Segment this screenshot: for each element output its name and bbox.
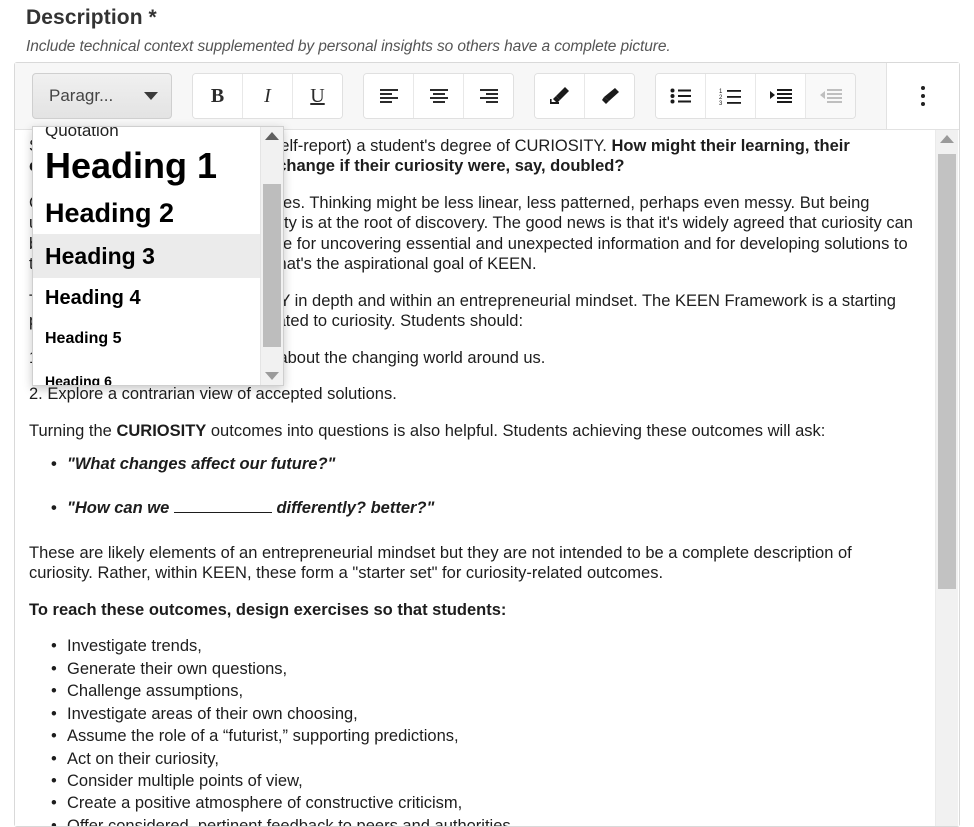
question-2-pre: "How can we (67, 499, 174, 518)
decrease-indent-button[interactable] (806, 74, 855, 118)
paragraph-5: These are likely elements of an entrepre… (29, 543, 852, 583)
alignment-group (363, 73, 514, 119)
italic-button[interactable]: I (243, 74, 293, 118)
text-format-group: B I U (192, 73, 343, 119)
design-exercises-heading: To reach these outcomes, design exercise… (29, 600, 507, 619)
underline-button[interactable]: U (293, 74, 342, 118)
style-option-label: Heading 1 (45, 145, 218, 186)
underline-icon: U (310, 85, 325, 107)
style-option-quotation[interactable]: Quotation (33, 126, 261, 140)
style-option-label: Heading 5 (45, 330, 122, 347)
list-item: Assume the role of a “futurist,” support… (51, 726, 917, 747)
paragraph-4-pre: Turning the (29, 421, 117, 440)
decrease-indent-icon (819, 89, 842, 103)
paint-marker-icon (601, 88, 619, 104)
align-center-icon (429, 89, 448, 103)
list-item: "How can we differently? better?" (51, 498, 917, 519)
background-color-button[interactable] (585, 74, 634, 118)
dropdown-scrollbar-thumb[interactable] (263, 184, 281, 347)
paragraph-4: Turning the CURIOSITY outcomes into ques… (29, 421, 917, 441)
style-option-heading-1[interactable]: Heading 1 (33, 140, 261, 192)
style-option-label: Heading 3 (45, 242, 155, 269)
align-right-button[interactable] (464, 74, 513, 118)
style-option-heading-4[interactable]: Heading 4 (33, 278, 261, 318)
svg-text:3: 3 (719, 101, 723, 105)
list-item: Investigate areas of their own choosing, (51, 704, 917, 725)
paragraph-style-dropdown[interactable]: Quotation Heading 1 Heading 2 Heading 3 … (32, 126, 284, 386)
editor-toolbar: Paragr... B I U 1 2 3 (15, 63, 959, 130)
paragraph-style-select[interactable]: Paragr... (32, 73, 172, 119)
design-exercise-list: Investigate trends, Generate their own q… (29, 636, 917, 826)
list-indent-group: 1 2 3 (655, 73, 856, 119)
description-field-page: Description * Include technical context … (0, 0, 974, 827)
align-right-icon (479, 89, 498, 103)
bold-button[interactable]: B (193, 74, 243, 118)
paragraph-style-options: Quotation Heading 1 Heading 2 Heading 3 … (33, 127, 261, 385)
more-options-button[interactable] (886, 63, 959, 129)
editor-vertical-scrollbar[interactable] (935, 130, 958, 826)
numbered-item-2: 2. Explore a contrarian view of accepted… (29, 385, 397, 404)
vertical-dots-icon (921, 86, 925, 106)
list-item: Consider multiple points of view, (51, 771, 917, 792)
list-item: Challenge assumptions, (51, 681, 917, 702)
italic-icon: I (264, 85, 271, 107)
question-2-post: differently? better?" (271, 499, 435, 518)
style-option-label: Heading 2 (45, 197, 175, 228)
page-title: Description * (26, 6, 157, 29)
list-item: Act on their curiosity, (51, 749, 917, 770)
dropdown-scrollbar[interactable] (260, 127, 283, 385)
style-option-label: Heading 6 (45, 373, 112, 386)
paragraph-4-bold: CURIOSITY (116, 421, 207, 440)
style-option-heading-2[interactable]: Heading 2 (33, 192, 261, 234)
scroll-up-arrow-icon[interactable] (940, 135, 954, 143)
list-item: "What changes affect our future?" (51, 454, 917, 475)
scroll-up-arrow-icon[interactable] (265, 132, 279, 140)
numbered-list-button[interactable]: 1 2 3 (706, 74, 756, 118)
list-item: Investigate trends, (51, 636, 917, 657)
question-list: "What changes affect our future?" "How c… (29, 454, 917, 519)
list-item: Offer considered, pertinent feedback to … (51, 816, 917, 826)
paragraph-4-post: outcomes into questions is also helpful.… (206, 421, 826, 440)
marker-pen-icon (549, 87, 569, 104)
fill-in-blank (173, 512, 272, 514)
bold-icon: B (210, 85, 225, 107)
style-option-heading-5[interactable]: Heading 5 (33, 318, 261, 360)
bulleted-list-icon (670, 88, 691, 104)
scrollbar-thumb[interactable] (938, 154, 956, 589)
align-left-icon (379, 89, 398, 103)
numbered-list-icon: 1 2 3 (719, 89, 741, 105)
align-left-button[interactable] (364, 74, 414, 118)
list-item: Create a positive atmosphere of construc… (51, 793, 917, 814)
field-help-text: Include technical context supplemented b… (26, 38, 671, 55)
bulleted-list-button[interactable] (656, 74, 706, 118)
question-1-text: "What changes affect our future?" (67, 454, 336, 473)
style-option-label: Quotation (45, 126, 119, 140)
style-option-label: Heading 4 (45, 286, 141, 309)
color-group (534, 73, 635, 119)
align-center-button[interactable] (414, 74, 464, 118)
list-item: Generate their own questions, (51, 659, 917, 680)
increase-indent-icon (769, 89, 792, 103)
style-option-heading-3[interactable]: Heading 3 (33, 234, 261, 278)
text-highlight-color-button[interactable] (535, 74, 585, 118)
paragraph-style-value: Paragr... (49, 86, 114, 105)
style-option-heading-6[interactable]: Heading 6 (33, 360, 261, 386)
scroll-down-arrow-icon[interactable] (265, 372, 279, 380)
increase-indent-button[interactable] (756, 74, 806, 118)
chevron-down-icon (144, 92, 158, 100)
